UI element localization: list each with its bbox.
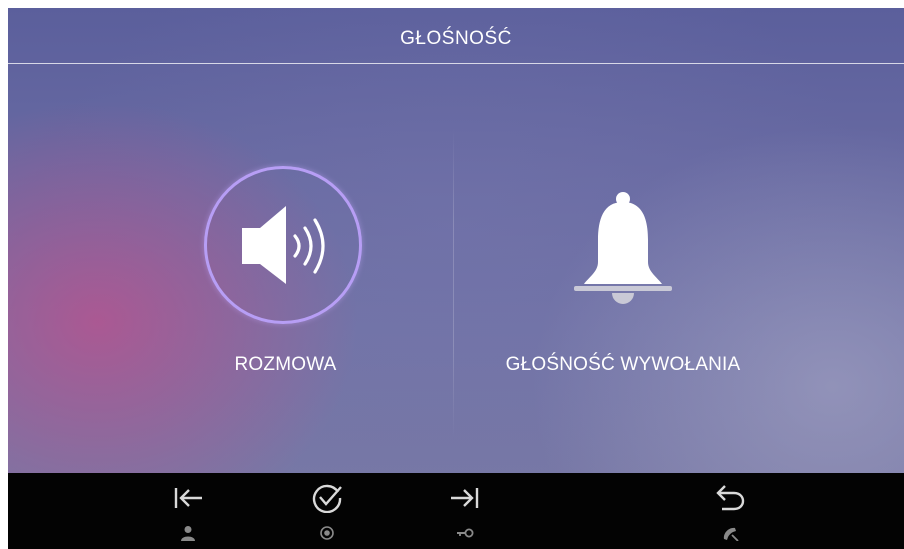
return-arrow-icon (716, 485, 745, 511)
nav-button-next[interactable] (435, 473, 495, 549)
nav-button-back[interactable] (700, 473, 760, 549)
option-label-ring: GŁOŚNOŚĆ WYWOŁANIA (505, 354, 741, 375)
bell-icon (574, 192, 672, 304)
arrow-right-to-bar-icon (451, 488, 479, 508)
volume-screen: GŁOŚNOŚĆ ROZMOWA GŁOŚNOŚĆ WYWOŁANIA (8, 8, 904, 549)
speaker-icon (242, 206, 325, 284)
options-divider (453, 128, 454, 438)
title-divider (8, 63, 904, 64)
nav-button-previous[interactable] (158, 473, 218, 549)
person-icon (181, 526, 195, 541)
key-icon (457, 528, 474, 538)
phone-hangup-icon (723, 527, 739, 541)
arrow-left-to-bar-icon (174, 488, 202, 508)
bottom-nav-bar (8, 473, 904, 549)
nav-button-confirm[interactable] (297, 473, 357, 549)
title-bar: GŁOŚNOŚĆ (8, 8, 904, 63)
page-title: GŁOŚNOŚĆ (400, 27, 512, 49)
option-ring-volume[interactable]: GŁOŚNOŚĆ WYWOŁANIA (468, 166, 778, 386)
check-circle-icon (312, 484, 342, 513)
option-label-conversation: ROZMOWA (234, 354, 337, 375)
option-conversation-volume[interactable]: ROZMOWA (178, 166, 393, 386)
record-dot-icon (320, 526, 334, 540)
